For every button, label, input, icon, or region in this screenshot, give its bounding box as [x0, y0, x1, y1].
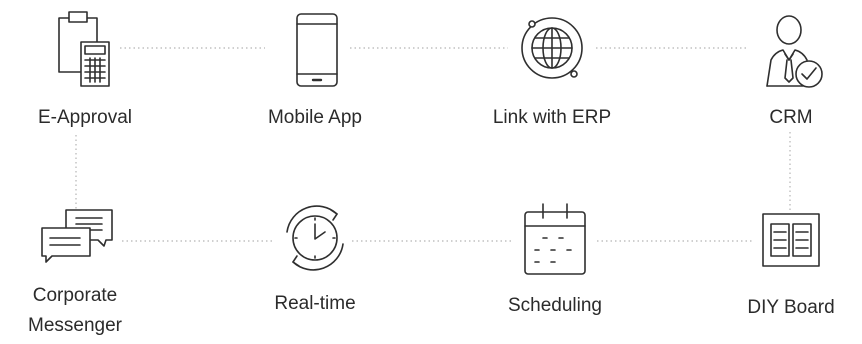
smartphone-icon [296, 13, 338, 87]
feature-diy-board: DIY Board [706, 204, 862, 320]
clock-sync-icon [286, 205, 344, 271]
feature-mobile-app: Mobile App [230, 8, 400, 130]
feature-label: E-Approval [38, 107, 132, 128]
feature-label-line1: Corporate [32, 285, 118, 306]
feature-scheduling: Scheduling [470, 200, 640, 318]
feature-real-time: Real-time [230, 196, 400, 316]
clipboard-calculator-icon [58, 11, 110, 87]
feature-label: CRM [769, 107, 813, 128]
globe-orbit-icon [521, 17, 583, 79]
feature-label: Mobile App [267, 107, 362, 128]
calendar-icon [524, 203, 586, 275]
board-icon [762, 213, 820, 267]
chat-bubbles-icon [41, 209, 113, 263]
feature-label: DIY Board [747, 297, 835, 318]
feature-link-erp: Link with ERP [467, 8, 637, 130]
feature-label: Link with ERP [492, 107, 612, 128]
feature-corporate-messenger: Corporate Messenger [0, 202, 160, 338]
feature-label: Scheduling [507, 295, 603, 316]
user-check-icon [766, 15, 823, 88]
feature-e-approval: E-Approval [0, 8, 170, 130]
feature-label: Real-time [274, 293, 356, 314]
feature-crm: CRM [706, 8, 862, 130]
feature-label-line2: Messenger [28, 315, 122, 336]
